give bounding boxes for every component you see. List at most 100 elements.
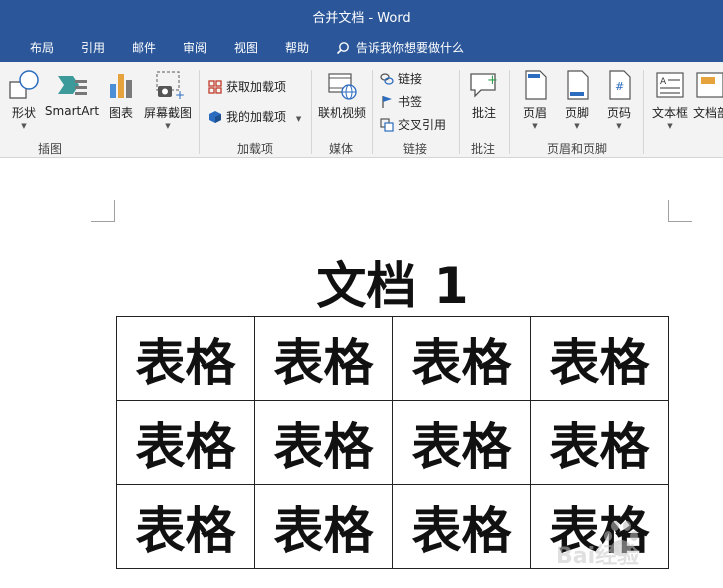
tab-help[interactable]: 帮助 <box>285 39 309 56</box>
tab-view[interactable]: 视图 <box>234 39 258 56</box>
tab-references[interactable]: 引用 <box>81 39 105 56</box>
svg-text:+: + <box>487 73 498 88</box>
footer-dropdown-icon: ▼ <box>574 122 580 130</box>
chart-label: 图表 <box>108 106 133 120</box>
get-addins-button[interactable]: 获取加载项 <box>208 78 286 95</box>
ribbon-separator <box>509 70 510 154</box>
shapes-button[interactable]: 形状 ▼ <box>6 68 42 130</box>
tab-layout[interactable]: 布局 <box>30 39 54 56</box>
table-cell[interactable]: 表格 <box>530 400 669 485</box>
link-icon <box>380 73 394 85</box>
get-addins-label: 获取加载项 <box>226 80 287 94</box>
header-label: 页眉 <box>522 106 547 120</box>
table-cell[interactable]: 表格 <box>116 316 255 401</box>
shapes-dropdown-icon: ▼ <box>21 122 27 130</box>
ribbon-tabs: 布局 引用 邮件 审阅 视图 帮助 告诉我你想要做什么 <box>0 33 723 62</box>
ribbon-separator <box>643 70 644 154</box>
textbox-label: 文本框 <box>651 106 688 120</box>
bookmark-icon <box>382 96 392 108</box>
crop-mark-left <box>91 200 115 222</box>
quickparts-icon <box>696 72 723 98</box>
chart-button[interactable]: 图表 <box>104 68 138 121</box>
online-video-label: 联机视频 <box>317 106 366 120</box>
store-icon <box>208 80 222 94</box>
cross-reference-label: 交叉引用 <box>398 118 447 132</box>
screenshot-label: 屏幕截图 <box>143 106 192 120</box>
svg-text:A: A <box>660 77 667 87</box>
footer-button[interactable]: 页脚 ▼ <box>560 68 594 130</box>
page-number-button[interactable]: # 页码 ▼ <box>602 68 636 130</box>
title-bar: 合并文档 - Word <box>0 0 723 33</box>
ribbon-separator <box>459 70 460 154</box>
media-group-label: 媒体 <box>329 142 354 156</box>
link-label: 链接 <box>398 72 423 86</box>
tell-me-text: 告诉我你想要做什么 <box>356 41 465 55</box>
header-button[interactable]: 页眉 ▼ <box>518 68 552 130</box>
page-number-label: 页码 <box>606 106 631 120</box>
screenshot-button[interactable]: + 屏幕截图 ▼ <box>142 68 194 130</box>
addin-cube-icon <box>209 111 221 123</box>
illustrations-group-label: 插图 <box>38 142 63 156</box>
my-addins-dropdown-icon: ▼ <box>295 115 302 123</box>
page-number-icon: # <box>609 70 631 100</box>
header-footer-group-label: 页眉和页脚 <box>547 142 608 156</box>
ribbon-separator <box>311 70 312 154</box>
table-cell[interactable]: 表格 <box>116 484 255 569</box>
textbox-button[interactable]: A 文本框 ▼ <box>650 68 690 130</box>
screenshot-dropdown-icon: ▼ <box>165 122 171 130</box>
header-dropdown-icon: ▼ <box>532 122 538 130</box>
header-icon <box>525 70 547 100</box>
ribbon: 形状 ▼ SmartArt 图表 + 屏幕截图 ▼ 插图 获取加载项 我的加载项… <box>0 62 723 158</box>
quickparts-label: 文档部 <box>693 106 723 120</box>
smartart-icon <box>58 76 87 95</box>
tab-mailings[interactable]: 邮件 <box>132 39 156 56</box>
baidu-watermark: Bai经验 <box>556 516 686 570</box>
document-heading[interactable]: 文档 1 <box>0 246 723 318</box>
chart-icon <box>110 74 132 98</box>
footer-label: 页脚 <box>564 106 589 120</box>
table-cell[interactable]: 表格 <box>392 316 531 401</box>
bookmark-label: 书签 <box>398 95 423 109</box>
svg-text:#: # <box>615 80 624 93</box>
online-video-icon <box>328 73 357 100</box>
shapes-icon <box>9 70 39 99</box>
window-title: 合并文档 - Word <box>312 11 411 26</box>
my-addins-button[interactable]: 我的加载项 ▼ <box>208 108 301 125</box>
comments-group-label: 批注 <box>471 142 496 156</box>
table-cell[interactable]: 表格 <box>392 400 531 485</box>
cross-reference-button[interactable]: 交叉引用 <box>380 116 446 133</box>
watermark-text: Bai经验 <box>556 544 640 569</box>
smartart-button[interactable]: SmartArt <box>44 68 100 118</box>
table-cell[interactable]: 表格 <box>254 400 393 485</box>
footer-icon <box>567 70 589 100</box>
links-group-label: 链接 <box>403 142 428 156</box>
table-cell[interactable]: 表格 <box>254 316 393 401</box>
bookmark-button[interactable]: 书签 <box>380 93 422 110</box>
my-addins-label: 我的加载项 <box>226 110 287 124</box>
table-row: 表格 表格 表格 表格 <box>116 400 669 485</box>
shapes-label: 形状 <box>11 106 36 120</box>
ribbon-separator <box>372 70 373 154</box>
table-cell[interactable]: 表格 <box>392 484 531 569</box>
online-video-button[interactable]: 联机视频 <box>314 68 370 121</box>
comment-label: 批注 <box>471 106 496 120</box>
search-icon <box>336 42 349 55</box>
addins-group-label: 加载项 <box>237 142 274 156</box>
textbox-dropdown-icon: ▼ <box>667 122 673 130</box>
table-row: 表格 表格 表格 表格 <box>116 316 669 401</box>
smartart-label: SmartArt <box>44 104 100 118</box>
tab-review[interactable]: 审阅 <box>183 39 207 56</box>
link-button[interactable]: 链接 <box>380 70 422 87</box>
table-cell[interactable]: 表格 <box>530 316 669 401</box>
table-cell[interactable]: 表格 <box>254 484 393 569</box>
textbox-icon: A <box>656 72 684 98</box>
tell-me-box[interactable]: 告诉我你想要做什么 <box>336 39 464 56</box>
quickparts-button[interactable]: 文档部 <box>693 68 723 121</box>
cross-reference-icon <box>380 118 394 132</box>
comment-button[interactable]: + 批注 <box>466 68 502 121</box>
table-cell[interactable]: 表格 <box>116 400 255 485</box>
comment-icon: + <box>470 73 498 98</box>
svg-text:+: + <box>175 88 185 102</box>
page-number-dropdown-icon: ▼ <box>616 122 622 130</box>
ribbon-separator <box>199 70 200 154</box>
